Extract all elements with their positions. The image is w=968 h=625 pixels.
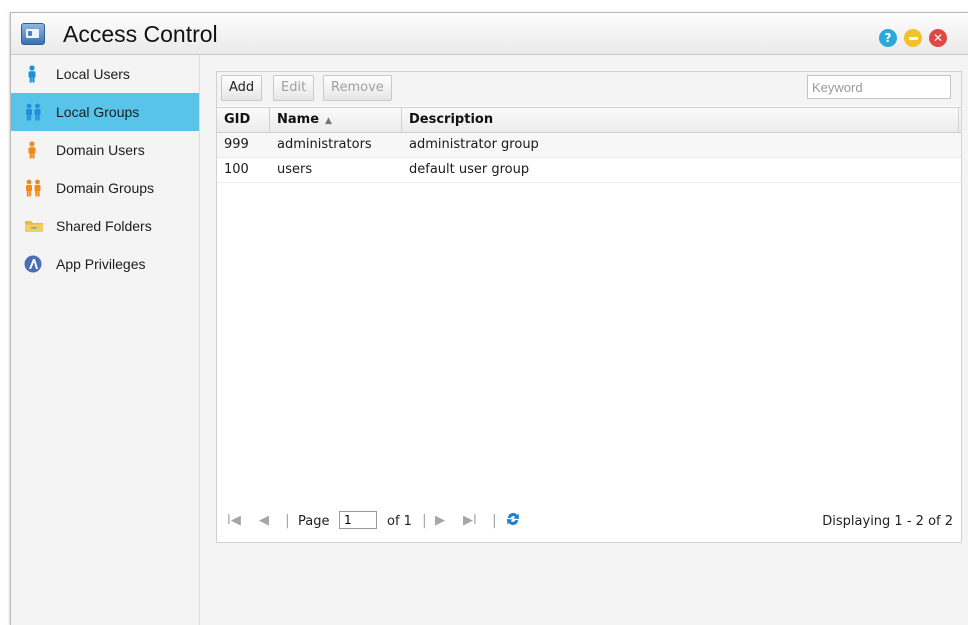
app-privileges-icon — [24, 255, 42, 273]
sidebar-item-app-privileges[interactable]: App Privileges — [11, 245, 199, 283]
user-icon — [28, 65, 36, 83]
column-header-description[interactable]: Description — [402, 108, 959, 132]
page-count-label: of 1 — [387, 514, 412, 529]
sidebar-item-label: Domain Users — [56, 142, 145, 158]
sidebar-item-domain-groups[interactable]: Domain Groups — [11, 169, 199, 207]
next-page-icon[interactable]: ▶ — [435, 513, 445, 528]
previous-page-icon[interactable]: ◀ — [259, 513, 269, 528]
pager-separator: | — [285, 513, 290, 529]
sort-ascending-icon: ▲ — [325, 116, 332, 126]
description-cell: default user group — [409, 162, 530, 177]
edit-button[interactable]: Edit — [273, 75, 315, 101]
sidebar-item-local-groups[interactable]: Local Groups — [11, 93, 199, 131]
sidebar-item-shared-folders[interactable]: Shared Folders — [11, 207, 199, 245]
table-row[interactable]: 100 users default user group — [217, 158, 961, 183]
table-row[interactable]: 999 administrators administrator group — [217, 133, 961, 158]
group-icon — [26, 103, 41, 121]
sidebar-item-label: Domain Groups — [56, 180, 155, 196]
pager-separator: | — [422, 513, 427, 529]
gid-cell: 999 — [224, 137, 249, 152]
minimize-button[interactable] — [904, 29, 922, 47]
page-label: Page — [298, 514, 330, 529]
groups-table: GID Name ▲ Description 999 administrators… — [217, 107, 961, 183]
table-body: 999 administrators administrator group 1… — [217, 133, 961, 183]
pager-separator: | — [492, 513, 497, 529]
displaying-count: Displaying 1 - 2 of 2 — [822, 514, 953, 529]
description-cell: administrator group — [409, 137, 539, 152]
column-header-gid[interactable]: GID — [217, 108, 270, 132]
sidebar-item-label: App Privileges — [56, 256, 146, 272]
gid-cell: 100 — [224, 162, 249, 177]
access-control-app-icon — [21, 23, 45, 45]
sidebar-item-domain-users[interactable]: Domain Users — [11, 131, 199, 169]
last-page-icon[interactable]: ▶I — [463, 513, 477, 528]
add-button[interactable]: Add — [221, 75, 263, 101]
toolbar: Add Edit Remove — [217, 72, 961, 106]
name-cell: administrators — [277, 137, 372, 152]
first-page-icon[interactable]: I◀ — [227, 513, 241, 528]
sidebar-item-label: Shared Folders — [56, 218, 152, 234]
groups-panel: Add Edit Remove GID Name▲ Description 99… — [216, 71, 962, 543]
help-button[interactable]: ? — [879, 29, 897, 47]
refresh-icon[interactable] — [505, 510, 521, 528]
window-title: Access Control — [63, 21, 218, 47]
sidebar-item-local-users[interactable]: Local Users — [11, 55, 199, 93]
close-button[interactable]: ✕ — [929, 29, 947, 47]
column-header-name[interactable]: Name ▲ — [270, 108, 402, 132]
sidebar: Local Users Local Groups Domain Users Do… — [11, 55, 200, 625]
keyword-search-input[interactable] — [807, 75, 951, 99]
sidebar-item-label: Local Users — [56, 66, 130, 82]
name-cell: users — [277, 162, 313, 177]
page-number-input[interactable] — [339, 511, 377, 529]
domain-user-icon — [28, 141, 36, 159]
domain-group-icon — [26, 179, 41, 197]
folder-icon — [25, 221, 43, 232]
sidebar-item-label: Local Groups — [56, 104, 140, 120]
table-header: GID Name ▲ Description — [217, 107, 961, 133]
access-control-window: Access Control ? ✕ Local Users Local Gro… — [10, 12, 968, 625]
title-bar: Access Control ? ✕ — [11, 13, 968, 55]
pagination-bar: I◀ ◀ | Page of 1 | ▶ ▶I | Displaying 1 -… — [217, 502, 961, 542]
remove-button[interactable]: Remove — [323, 75, 392, 101]
